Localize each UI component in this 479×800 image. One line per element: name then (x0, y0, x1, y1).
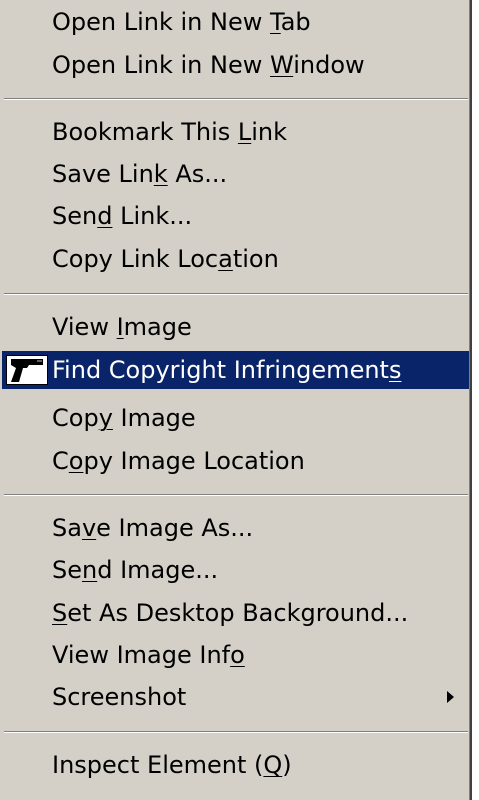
menu-item-label: Save Image As... (52, 514, 254, 542)
menu-item-label: Open Link in New Window (52, 51, 365, 79)
menu-separator (4, 293, 468, 295)
menu-item-label: Copy Image (52, 404, 196, 432)
menu-item-open-link-new-window[interactable]: Open Link in New Window (0, 46, 470, 84)
menu-item-copy-link-location[interactable]: Copy Link Location (0, 240, 470, 278)
menu-item-inspect-element[interactable]: Inspect Element (Q) (0, 746, 470, 784)
submenu-arrow-icon (447, 691, 454, 703)
menu-item-copy-image-location[interactable]: Copy Image Location (0, 442, 470, 480)
menu-item-label: Inspect Element (Q) (52, 751, 292, 779)
menu-item-screenshot[interactable]: Screenshot (0, 678, 470, 716)
gun-icon (6, 355, 48, 385)
menu-item-label: Set As Desktop Background... (52, 599, 409, 627)
menu-item-label: Find Copyright Infringements (52, 356, 402, 384)
menu-item-view-image[interactable]: View Image (0, 308, 470, 346)
menu-item-set-desktop-background[interactable]: Set As Desktop Background... (0, 594, 470, 632)
menu-item-send-image[interactable]: Send Image... (0, 551, 470, 589)
menu-item-save-image-as[interactable]: Save Image As... (0, 509, 470, 547)
menu-item-bookmark-link[interactable]: Bookmark This Link (0, 113, 470, 151)
menu-item-save-link-as[interactable]: Save Link As... (0, 155, 470, 193)
menu-item-label: Send Image... (52, 556, 219, 584)
context-menu: Open Link in New Tab Open Link in New Wi… (0, 0, 472, 800)
menu-item-open-link-new-tab[interactable]: Open Link in New Tab (0, 3, 470, 41)
menu-item-copy-image[interactable]: Copy Image (0, 399, 470, 437)
menu-separator (4, 731, 468, 733)
menu-item-label: Send Link... (52, 202, 193, 230)
menu-item-label: View Image Info (52, 641, 245, 669)
menu-item-send-link[interactable]: Send Link... (0, 197, 470, 235)
menu-separator (4, 494, 468, 496)
menu-item-find-copyright-infringements[interactable]: Find Copyright Infringements (2, 351, 470, 389)
menu-item-label: View Image (52, 313, 192, 341)
menu-separator (4, 98, 468, 100)
menu-right-edge (469, 0, 470, 800)
menu-item-view-image-info[interactable]: View Image Info (0, 636, 470, 674)
menu-item-label: Bookmark This Link (52, 118, 288, 146)
menu-item-label: Screenshot (52, 683, 187, 711)
menu-item-label: Copy Image Location (52, 447, 305, 475)
menu-item-label: Copy Link Location (52, 245, 279, 273)
menu-item-label: Save Link As... (52, 160, 228, 188)
menu-item-label: Open Link in New Tab (52, 8, 311, 36)
